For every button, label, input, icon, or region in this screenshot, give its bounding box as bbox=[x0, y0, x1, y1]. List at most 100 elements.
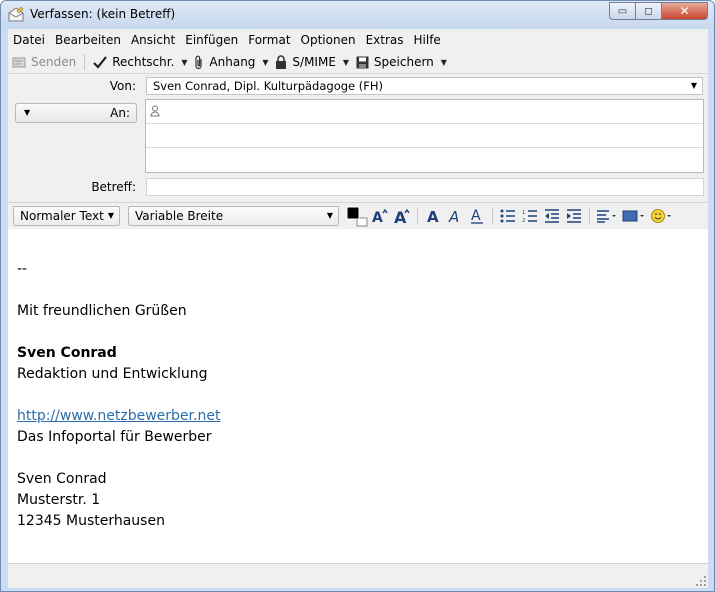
menu-extras[interactable]: Extras bbox=[361, 33, 409, 47]
attach-button[interactable]: Anhang bbox=[190, 52, 259, 72]
send-button[interactable]: Senden bbox=[8, 52, 80, 72]
minimize-icon: ▭ bbox=[617, 5, 628, 17]
italic-icon: A bbox=[448, 208, 459, 224]
font-size-decrease-button[interactable]: A bbox=[391, 206, 413, 226]
svg-text:1: 1 bbox=[522, 210, 525, 216]
maximize-icon: ◻ bbox=[644, 5, 653, 17]
menu-datei[interactable]: Datei bbox=[8, 33, 50, 47]
recipient-row[interactable] bbox=[146, 124, 703, 148]
recipient-row[interactable] bbox=[146, 100, 703, 124]
text-color-swatch-icon bbox=[346, 206, 368, 227]
checkmark-icon bbox=[93, 55, 108, 69]
recipient-row[interactable] bbox=[146, 148, 703, 172]
signature-name: Sven Conrad bbox=[17, 345, 117, 361]
svg-text:A: A bbox=[372, 210, 383, 224]
recipient-type-select[interactable]: ▼ An: bbox=[15, 103, 137, 123]
bold-icon: A bbox=[427, 208, 439, 224]
chevron-down-icon: ▼ bbox=[690, 81, 697, 90]
font-smaller-icon: A bbox=[394, 208, 410, 224]
attach-label: Anhang bbox=[209, 55, 256, 69]
spellcheck-button[interactable]: Rechtschr. bbox=[89, 52, 178, 72]
from-label: Von: bbox=[109, 79, 136, 93]
insert-object-button[interactable] bbox=[620, 206, 648, 226]
text-color-button[interactable] bbox=[345, 205, 369, 227]
paragraph-style-value: Normaler Text bbox=[20, 209, 104, 223]
smime-label: S/MIME bbox=[292, 55, 336, 69]
to-label: An: bbox=[110, 106, 130, 120]
paragraph-style-select[interactable]: Normaler Text ▼ bbox=[13, 206, 120, 226]
address-city: 12345 Musterhausen bbox=[17, 513, 165, 529]
from-select[interactable]: Sven Conrad, Dipl. Kulturpädagoge (FH) ▼ bbox=[146, 77, 703, 95]
chevron-down-icon: ▼ bbox=[24, 108, 31, 117]
compose-window: Verfassen: (kein Betreff) ▭ ◻ ✕ Datei Be… bbox=[0, 0, 715, 592]
numbered-list-button[interactable]: 12 bbox=[519, 206, 541, 226]
insert-image-icon bbox=[622, 210, 644, 222]
outdent-icon bbox=[545, 209, 559, 223]
subject-input[interactable] bbox=[146, 178, 704, 196]
align-left-icon bbox=[597, 210, 616, 223]
send-label: Senden bbox=[31, 55, 77, 69]
menu-bar: Datei Bearbeiten Ansicht Einfügen Format… bbox=[8, 29, 708, 51]
format-toolbar: Normaler Text ▼ Variable Breite ▼ A A A … bbox=[8, 202, 708, 230]
chevron-down-icon: ▼ bbox=[181, 57, 188, 67]
indent-button[interactable] bbox=[563, 206, 585, 226]
message-body-editor[interactable]: -- Mit freundlichen Grüßen Sven Conrad R… bbox=[8, 229, 708, 562]
format-separator bbox=[417, 208, 418, 224]
resize-grip-icon[interactable] bbox=[696, 576, 706, 586]
save-dropdown[interactable]: ▼ bbox=[438, 52, 450, 72]
website-link[interactable]: http://www.netzbewerber.net bbox=[17, 408, 220, 424]
italic-button[interactable]: A bbox=[444, 206, 466, 226]
menu-einfuegen[interactable]: Einfügen bbox=[180, 33, 243, 47]
status-bar bbox=[8, 563, 708, 588]
save-button[interactable]: Speichern bbox=[352, 52, 438, 72]
title-bar[interactable]: Verfassen: (kein Betreff) ▭ ◻ ✕ bbox=[1, 1, 714, 29]
minimize-button[interactable]: ▭ bbox=[609, 2, 636, 20]
message-headers: Von: Sven Conrad, Dipl. Kulturpädagoge (… bbox=[8, 74, 708, 202]
insert-smiley-button[interactable] bbox=[648, 206, 676, 226]
bold-button[interactable]: A bbox=[422, 206, 444, 226]
smime-dropdown[interactable]: ▼ bbox=[340, 52, 352, 72]
save-label: Speichern bbox=[373, 55, 434, 69]
close-button[interactable]: ✕ bbox=[662, 2, 708, 20]
compose-app-icon bbox=[8, 6, 24, 22]
font-family-select[interactable]: Variable Breite ▼ bbox=[128, 206, 339, 226]
floppy-disk-icon bbox=[356, 56, 369, 69]
paperclip-icon bbox=[194, 55, 204, 70]
client-area: Datei Bearbeiten Ansicht Einfügen Format… bbox=[8, 29, 708, 588]
indent-icon bbox=[567, 209, 581, 223]
contact-person-icon bbox=[150, 105, 160, 120]
svg-text:A: A bbox=[394, 208, 407, 224]
menu-format[interactable]: Format bbox=[243, 33, 295, 47]
menu-optionen[interactable]: Optionen bbox=[296, 33, 361, 47]
underline-button[interactable]: A bbox=[466, 206, 488, 226]
menu-hilfe[interactable]: Hilfe bbox=[409, 33, 446, 47]
maximize-button[interactable]: ◻ bbox=[636, 2, 662, 20]
smime-button[interactable]: S/MIME bbox=[271, 52, 340, 72]
smiley-icon bbox=[651, 209, 671, 223]
menu-bearbeiten[interactable]: Bearbeiten bbox=[50, 33, 126, 47]
portal-tagline: Das Infoportal für Bewerber bbox=[17, 429, 212, 445]
bullet-list-icon bbox=[500, 209, 515, 223]
bullet-list-button[interactable] bbox=[497, 206, 519, 226]
align-button[interactable] bbox=[594, 206, 620, 226]
outdent-button[interactable] bbox=[541, 206, 563, 226]
font-family-value: Variable Breite bbox=[135, 209, 224, 223]
toolbar-separator bbox=[84, 54, 86, 70]
attach-dropdown[interactable]: ▼ bbox=[259, 52, 271, 72]
font-size-increase-button[interactable]: A bbox=[369, 206, 391, 226]
format-separator bbox=[492, 208, 493, 224]
lock-icon bbox=[275, 55, 287, 69]
chevron-down-icon: ▼ bbox=[262, 57, 269, 67]
chevron-down-icon: ▼ bbox=[342, 57, 349, 67]
underline-icon: A bbox=[471, 208, 483, 224]
compose-toolbar: Senden Rechtschr. ▼ Anhang ▼ S/MIME ▼ Sp… bbox=[8, 51, 708, 74]
format-separator bbox=[589, 208, 590, 224]
chevron-down-icon: ▼ bbox=[107, 211, 114, 220]
menu-ansicht[interactable]: Ansicht bbox=[126, 33, 180, 47]
spellcheck-dropdown[interactable]: ▼ bbox=[178, 52, 190, 72]
svg-text:A: A bbox=[471, 208, 481, 224]
